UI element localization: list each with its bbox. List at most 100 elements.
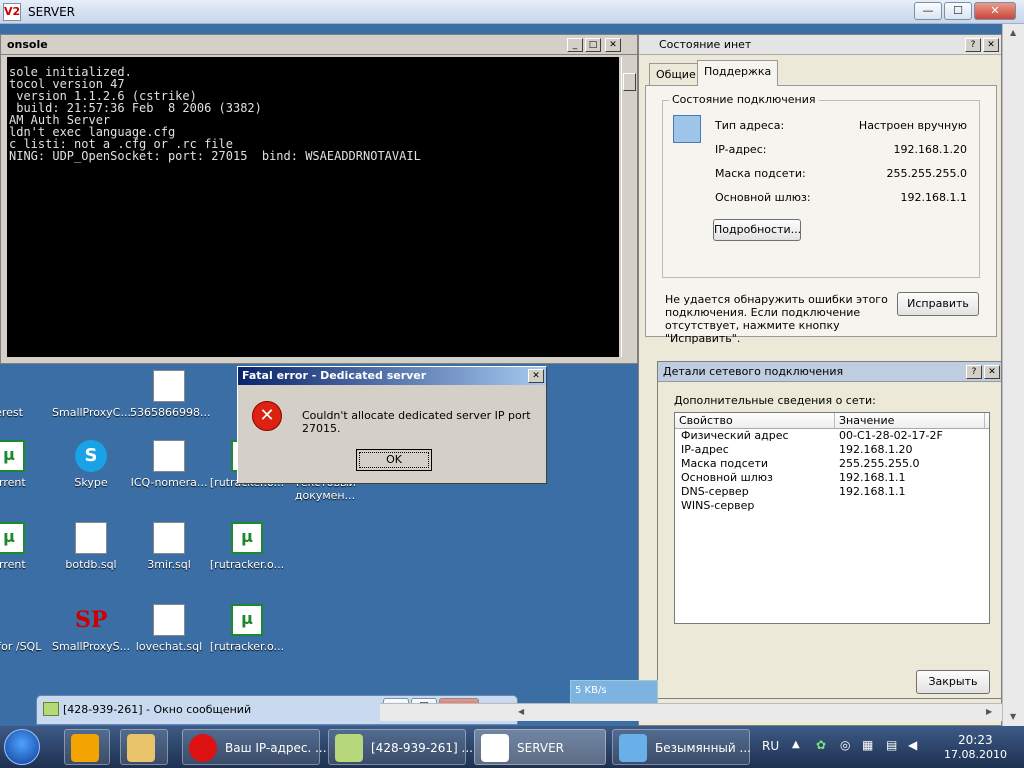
table-row[interactable]: Маска подсети 255.255.255.0 (675, 457, 989, 471)
desktop-icon[interactable]: SmallProxyC... (52, 370, 131, 419)
vnc-horizontal-scrollbar[interactable]: ◀ ▶ (380, 703, 1002, 721)
volume-icon[interactable]: ◀ (908, 738, 917, 752)
start-button[interactable] (4, 729, 40, 765)
row-property: IP-адрес (681, 443, 729, 456)
desktop-icon-label: [rutracker.o... (209, 558, 285, 571)
row-property: Физический адрес (681, 429, 789, 442)
console-close-button[interactable]: ✕ (605, 38, 621, 52)
minimize-button[interactable]: — (914, 2, 942, 20)
remote-desktop[interactable]: erestSmallProxyC...5365866998...цеµorren… (0, 24, 1002, 726)
utorrent-icon: µ (0, 440, 25, 472)
icq-icon[interactable]: ✿ (816, 738, 826, 752)
ok-button[interactable]: OK (356, 449, 432, 471)
desktop-icon[interactable]: S Skype (52, 440, 130, 489)
skype-icon: S (75, 440, 107, 472)
desktop-icon[interactable]: botdb.sql (52, 522, 130, 571)
desktop-icon[interactable]: lovechat.sql (130, 604, 208, 653)
document-icon (153, 440, 185, 472)
console-line: NING: UDP_OpenSocket: port: 27015 bind: … (9, 149, 421, 163)
document-icon (153, 370, 185, 402)
fix-button[interactable]: Исправить (897, 292, 979, 316)
app-icon (75, 370, 107, 402)
language-indicator[interactable]: RU (762, 739, 779, 753)
fatal-close-button[interactable]: ✕ (528, 369, 544, 383)
explorer-button[interactable] (120, 729, 168, 765)
console-window: onsole _ □ ✕ sole initialized. tocol vers… (0, 34, 638, 364)
tab-general[interactable]: Общие (649, 63, 703, 85)
row-property: Основной шлюз (681, 471, 773, 484)
vnc-window-title: SERVER (28, 5, 76, 19)
tray-expand-icon[interactable]: ▲ (792, 739, 800, 750)
close-button[interactable]: Закрыть (916, 670, 990, 694)
desktop-icon[interactable]: µ [rutracker.o... (208, 604, 286, 653)
taskbar-item-vnc[interactable]: SERVER (474, 729, 606, 765)
status-row-value: 192.168.1.1 (900, 191, 967, 204)
paint-icon (619, 734, 647, 762)
details-list[interactable]: Свойство Значение Физический адрес 00-C1-2… (674, 412, 990, 624)
document-icon (75, 522, 107, 554)
console-output: sole initialized. tocol version 47 versio… (7, 57, 619, 357)
clock-time[interactable]: 20:23 (958, 733, 993, 747)
desktop-icon[interactable]: ICQ-nomera... (130, 440, 208, 489)
table-row[interactable]: Физический адрес 00-C1-28-02-17-2F (675, 429, 989, 443)
status-help-button[interactable]: ? (965, 38, 981, 52)
table-row[interactable]: Основной шлюз 192.168.1.1 (675, 471, 989, 485)
desktop-icon-label: [rutracker.o... (209, 640, 285, 653)
desktop-icon[interactable]: 3mir.sql (130, 522, 208, 571)
row-value: 192.168.1.1 (839, 485, 906, 498)
console-minimize-button[interactable]: _ (567, 38, 583, 52)
utorrent-icon: µ (231, 522, 263, 554)
details-button[interactable]: Подробности... (713, 219, 801, 241)
console-scroll-thumb[interactable] (623, 73, 636, 91)
desktop-icon[interactable]: µ orrent (0, 440, 48, 489)
status-row-label: Тип адреса: (715, 119, 785, 132)
desktop-icon[interactable]: erest (0, 370, 48, 419)
speed-badge: 5 KB/s (570, 680, 658, 704)
desktop-icon[interactable]: cat for /SQL (0, 604, 48, 653)
media-player-icon (71, 734, 99, 762)
app-icon (0, 604, 25, 636)
desktop-icon[interactable]: µ [rutracker.o... (208, 522, 286, 571)
status-title: Состояние инет (639, 35, 1001, 55)
row-property: DNS-сервер (681, 485, 749, 498)
tab-support[interactable]: Поддержка (697, 60, 779, 86)
desktop-icon-label: Skype (74, 476, 108, 489)
network-status-icon[interactable]: ▤ (886, 738, 897, 752)
taskbar-item-paint[interactable]: Безымянный ... (612, 729, 751, 765)
details-title: Детали сетевого подключения (658, 362, 1001, 382)
console-scrollbar[interactable] (621, 57, 637, 357)
console-maximize-button[interactable]: □ (585, 38, 601, 52)
table-row[interactable]: IP-адрес 192.168.1.20 (675, 443, 989, 457)
status-row-value: 255.255.255.0 (886, 167, 967, 180)
desktop-icon-label: botdb.sql (65, 558, 117, 571)
media-player-button[interactable] (64, 729, 110, 765)
network-tray-icon[interactable]: ◎ (840, 738, 850, 752)
column-header-property[interactable]: Свойство (675, 413, 835, 428)
status-close-button[interactable]: ✕ (983, 38, 999, 52)
taskbar-item-opera[interactable]: Ваш IP-адрес. ... (182, 729, 327, 765)
utorrent-icon: µ (0, 522, 25, 554)
message-icon (43, 702, 59, 716)
desktop-icon-label: orrent (0, 558, 26, 571)
table-row[interactable]: WINS-сервер (675, 499, 989, 513)
desktop-icon[interactable]: 5365866998... (130, 370, 210, 419)
taskbar: Ваш IP-адрес. ... [428-939-261] ... SERV… (0, 726, 1024, 768)
messenger-title: [428-939-261] - Окно сообщений (63, 703, 252, 716)
status-row-label: Маска подсети: (715, 167, 806, 180)
details-help-button[interactable]: ? (966, 365, 982, 379)
details-close-x-button[interactable]: ✕ (984, 365, 1000, 379)
column-header-value[interactable]: Значение (835, 413, 985, 428)
desktop-icon[interactable]: SP SmallProxyS... (52, 604, 130, 653)
desktop-icon[interactable]: µ orrent (0, 522, 48, 571)
clock-date[interactable]: 17.08.2010 (944, 748, 1007, 761)
maximize-button[interactable]: ☐ (944, 2, 972, 20)
close-button[interactable]: ✕ (974, 2, 1016, 20)
folder-icon (127, 734, 155, 762)
table-row[interactable]: DNS-сервер 192.168.1.1 (675, 485, 989, 499)
vnc-icon (481, 734, 509, 762)
vnc-vertical-scrollbar[interactable]: ▲ ▼ (1002, 24, 1024, 726)
tray-icon[interactable]: ▦ (862, 738, 873, 752)
taskbar-item-messenger[interactable]: [428-939-261] ... (328, 729, 473, 765)
row-value: 255.255.255.0 (839, 457, 920, 470)
fatal-message: Couldn't allocate dedicated server IP po… (302, 409, 531, 435)
